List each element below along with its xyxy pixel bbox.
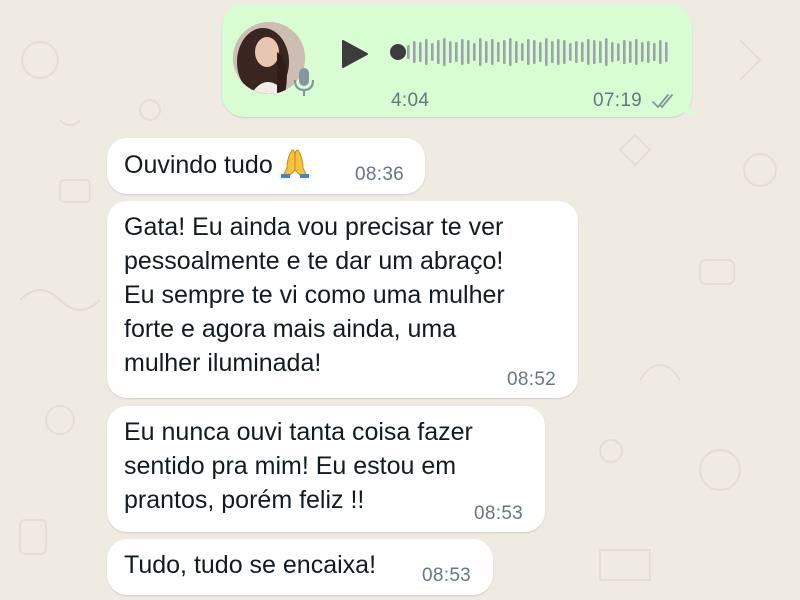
waveform-bar	[605, 38, 608, 66]
message-time: 08:36	[355, 164, 405, 185]
bubble-tail	[680, 92, 702, 115]
message-text: Eu nunca ouvi tanta coisa fazer sentido …	[124, 418, 473, 514]
audio-waveform[interactable]	[407, 34, 669, 70]
waveform-bar	[527, 39, 530, 65]
waveform-bar	[563, 40, 566, 64]
waveform-bar	[539, 42, 542, 62]
incoming-message[interactable]: Gata! Eu ainda vou precisar te ver pesso…	[107, 201, 578, 398]
message-time: 07:19	[593, 90, 643, 111]
waveform-bar	[467, 40, 470, 64]
waveform-bar	[545, 38, 548, 66]
waveform-bar	[653, 43, 656, 61]
waveform-bar	[497, 42, 500, 62]
incoming-message[interactable]: Ouvindo tudo 08:36	[107, 138, 425, 194]
waveform-bar	[437, 40, 440, 64]
waveform-bar	[581, 42, 584, 62]
waveform-bar	[491, 39, 494, 65]
waveform-bar	[449, 41, 452, 63]
waveform-bar	[425, 39, 428, 65]
waveform-bar	[623, 40, 626, 64]
incoming-message[interactable]: Tudo, tudo se encaixa! 08:53	[107, 539, 493, 595]
waveform-bar	[569, 43, 572, 61]
incoming-message[interactable]: Eu nunca ouvi tanta coisa fazer sentido …	[107, 406, 545, 532]
folded-hands-emoji	[280, 149, 309, 178]
playback-scrubber[interactable]	[390, 44, 406, 60]
message-text: Ouvindo tudo	[124, 147, 311, 182]
waveform-bar	[503, 40, 506, 64]
message-time: 08:53	[474, 503, 524, 524]
play-icon[interactable]	[340, 38, 370, 70]
voice-note-bubble[interactable]: 4:04 07:19	[222, 4, 702, 117]
waveform-bar	[515, 41, 518, 63]
waveform-bar	[617, 43, 620, 61]
waveform-bar	[485, 41, 488, 63]
waveform-bar	[431, 43, 434, 61]
message-text: Gata! Eu ainda vou precisar te ver pesso…	[124, 213, 505, 377]
waveform-bar	[557, 39, 560, 65]
voice-duration: 4:04	[391, 90, 430, 111]
waveform-bar	[521, 43, 524, 61]
waveform-bar	[473, 43, 476, 61]
waveform-bar	[413, 41, 416, 63]
waveform-bar	[587, 39, 590, 65]
waveform-bar	[479, 38, 482, 66]
waveform-bar	[599, 41, 602, 63]
waveform-bar	[419, 42, 422, 62]
waveform-bar	[443, 38, 446, 66]
double-check-icon	[652, 94, 673, 109]
waveform-bar	[551, 41, 554, 63]
waveform-bar	[659, 40, 662, 64]
waveform-bar	[665, 42, 668, 62]
microphone-icon	[293, 68, 315, 96]
waveform-bar	[533, 40, 536, 64]
waveform-bar	[641, 42, 644, 62]
waveform-bar	[593, 40, 596, 64]
waveform-bar	[461, 39, 464, 65]
waveform-bar	[647, 41, 650, 63]
waveform-bar	[407, 45, 410, 59]
message-text: Tudo, tudo se encaixa!	[124, 551, 377, 579]
waveform-bar	[455, 42, 458, 62]
message-time: 08:52	[507, 369, 557, 390]
waveform-bar	[509, 38, 512, 66]
waveform-bar	[611, 42, 614, 62]
waveform-bar	[629, 41, 632, 63]
waveform-bar	[575, 41, 578, 63]
waveform-bar	[635, 39, 638, 65]
message-time: 08:53	[422, 565, 472, 586]
conversation: 4:04 07:19 Ouvindo tudo 08:36 Gata! Eu a…	[0, 0, 800, 600]
